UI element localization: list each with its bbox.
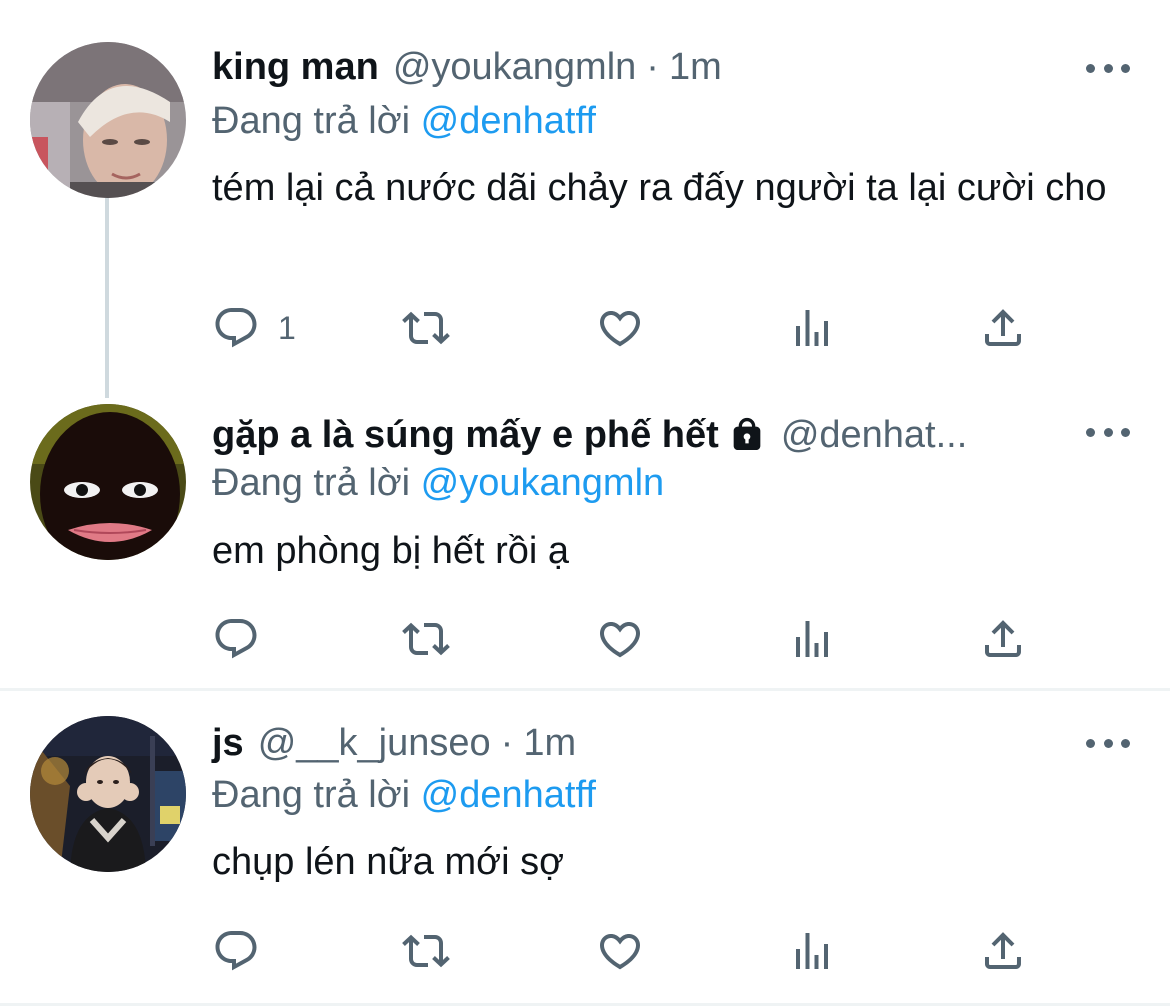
user-handle[interactable]: @youkangmln (393, 40, 636, 94)
share-button[interactable] (979, 303, 1027, 353)
thread-line (105, 198, 109, 398)
timestamp[interactable]: 1m (669, 40, 722, 94)
tweet-1[interactable]: king man @youkangmln · 1m Đang trả lời @… (0, 0, 1170, 398)
like-button[interactable] (596, 614, 644, 664)
tweet-header: js @__k_junseo · 1m (212, 716, 576, 770)
views-button[interactable] (788, 926, 836, 976)
like-button[interactable] (596, 303, 644, 353)
tweet-3[interactable]: js @__k_junseo · 1m Đang trả lời @denhat… (0, 691, 1170, 1003)
reply-count: 1 (278, 309, 296, 346)
retweet-button[interactable] (402, 926, 450, 976)
analytics-icon (796, 621, 828, 657)
reply-button[interactable]: 1 (212, 303, 296, 353)
reply-context: Đang trả lời @youkangmln (212, 458, 664, 508)
share-button[interactable] (979, 614, 1027, 664)
tweet-header: gặp a là súng mấy e phế hết @denhat... (212, 408, 967, 462)
reply-icon (215, 308, 257, 348)
tweet-text: chụp lén nữa mới sợ (212, 841, 564, 883)
separator-dot: · (646, 46, 659, 88)
separator-dot: · (500, 722, 514, 764)
more-icon[interactable] (1086, 733, 1130, 753)
display-name[interactable]: gặp a là súng mấy e phế hết (212, 408, 719, 462)
retweet-icon (402, 311, 450, 345)
tweet-text: em phòng bị hết rồi ạ (212, 530, 570, 572)
share-icon (985, 932, 1021, 969)
more-icon[interactable] (1086, 58, 1130, 78)
retweet-button[interactable] (402, 303, 450, 353)
tweet-2[interactable]: gặp a là súng mấy e phế hết @denhat... Đ… (0, 388, 1170, 688)
display-name[interactable]: js (212, 716, 244, 770)
analytics-icon (796, 310, 828, 346)
avatar[interactable] (30, 404, 186, 560)
retweet-button[interactable] (402, 614, 450, 664)
reply-button[interactable] (212, 614, 260, 664)
tweet-header: king man @youkangmln · 1m (212, 40, 722, 94)
reply-mention[interactable]: @youkangmln (421, 462, 664, 504)
user-handle[interactable]: @denhat... (781, 408, 967, 462)
views-button[interactable] (788, 303, 836, 353)
reply-button[interactable] (212, 926, 260, 976)
share-button[interactable] (979, 926, 1027, 976)
heart-icon (599, 311, 641, 347)
heart-icon (599, 622, 641, 658)
reply-mention[interactable]: @denhatff (421, 774, 596, 816)
views-button[interactable] (788, 614, 836, 664)
reply-context: Đang trả lời @denhatff (212, 770, 596, 820)
share-icon (985, 309, 1021, 346)
lock-icon (727, 415, 767, 455)
share-icon (985, 620, 1021, 657)
more-icon[interactable] (1086, 422, 1130, 442)
reply-prefix: Đang trả lời (212, 100, 411, 142)
reply-prefix: Đang trả lời (212, 462, 411, 504)
user-handle[interactable]: @__k_junseo (258, 716, 491, 770)
avatar[interactable] (30, 716, 186, 872)
reply-prefix: Đang trả lời (212, 774, 411, 816)
analytics-icon (796, 933, 828, 969)
avatar-image (30, 42, 186, 198)
avatar-image (30, 404, 186, 560)
retweet-icon (402, 934, 450, 968)
timestamp[interactable]: 1m (523, 716, 576, 770)
avatar[interactable] (30, 42, 186, 198)
retweet-icon (402, 622, 450, 656)
tweet-text: tém lại cả nước dãi chảy ra đấy người ta… (212, 167, 1107, 209)
display-name[interactable]: king man (212, 40, 379, 94)
heart-icon (599, 934, 641, 970)
reply-icon (215, 931, 257, 971)
reply-context: Đang trả lời @denhatff (212, 96, 596, 146)
reply-mention[interactable]: @denhatff (421, 100, 596, 142)
like-button[interactable] (596, 926, 644, 976)
reply-icon (215, 619, 257, 659)
avatar-image (30, 716, 186, 872)
